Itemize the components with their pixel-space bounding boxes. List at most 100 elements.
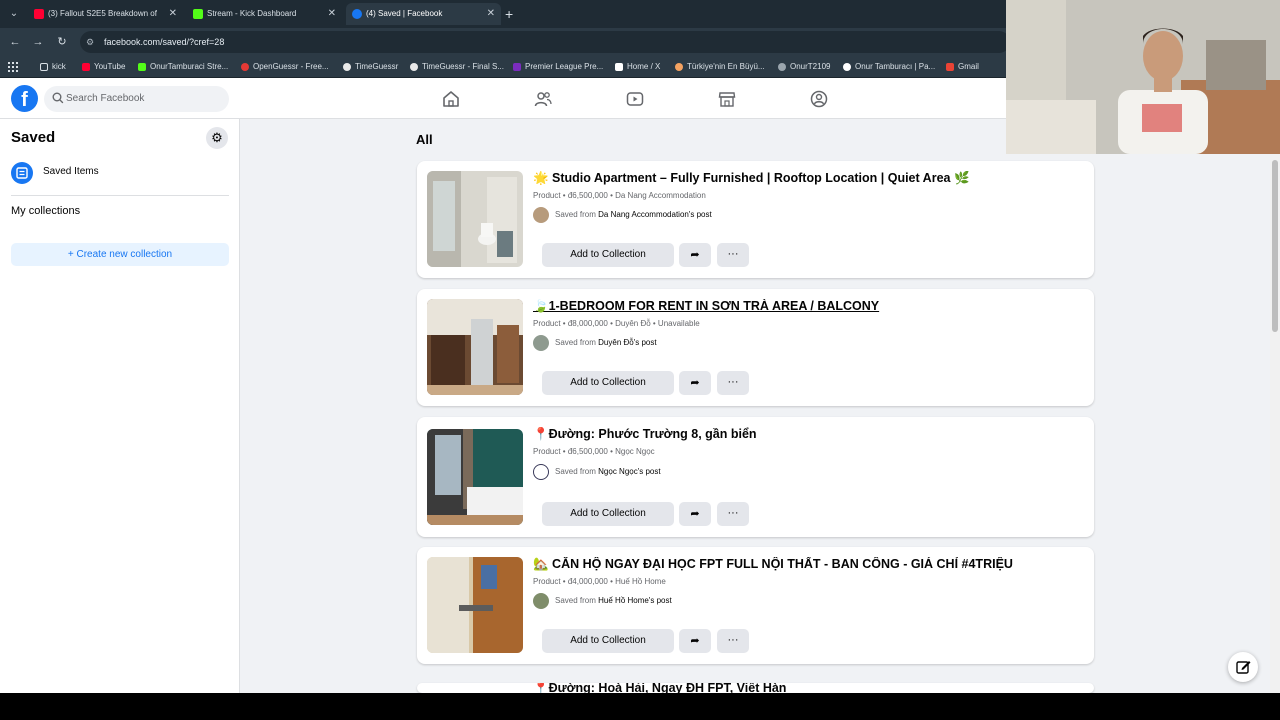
friends-icon[interactable] <box>534 90 552 108</box>
scrollbar-thumb[interactable] <box>1272 160 1278 332</box>
bookmark-item[interactable]: OnurT2109 <box>778 60 830 74</box>
profile-icon[interactable] <box>810 90 828 108</box>
share-icon[interactable]: ➦ <box>679 629 711 653</box>
listing-thumbnail[interactable] <box>427 171 523 267</box>
share-icon[interactable]: ➦ <box>679 371 711 395</box>
tab-title: Stream - Kick Dashboard <box>207 9 297 18</box>
more-options-icon[interactable]: ··· <box>717 243 749 267</box>
compose-message-button[interactable] <box>1228 652 1258 682</box>
saved-item-card[interactable]: 🌟 Studio Apartment – Fully Furnished | R… <box>417 161 1094 278</box>
saved-source-link[interactable]: Ngọc Ngọc's post <box>598 467 660 476</box>
openguessr-icon <box>241 63 249 71</box>
sidebar-divider <box>11 195 229 196</box>
saved-source-link[interactable]: Duyên Đỗ's post <box>598 338 656 347</box>
bookmark-item[interactable]: Gmail <box>946 60 979 74</box>
home-icon[interactable] <box>442 90 460 108</box>
avatar <box>533 335 549 351</box>
site-icon <box>675 63 683 71</box>
add-to-collection-button[interactable]: Add to Collection <box>542 243 674 267</box>
listing-thumbnail[interactable] <box>427 557 523 653</box>
folder-icon <box>40 63 48 71</box>
bookmark-item[interactable]: Türkiye'nin En Büyü... <box>675 60 765 74</box>
site-info-icon[interactable]: ⚙ <box>86 35 98 49</box>
saved-source-link[interactable]: Huế Hồ Home's post <box>598 596 672 605</box>
screen: ⌄ (3) Fallout S2E5 Breakdown of ✕ Stream… <box>0 0 1280 720</box>
more-options-icon[interactable]: ··· <box>717 629 749 653</box>
listing-title[interactable]: 📍Đường: Hoà Hải, Ngay ĐH FPT, Việt Hàn <box>533 683 1083 693</box>
saved-item-card[interactable]: 📍Đường: Hoà Hải, Ngay ĐH FPT, Việt Hàn <box>417 683 1094 693</box>
tab-search-icon[interactable]: ⌄ <box>4 4 24 24</box>
share-icon[interactable]: ➦ <box>679 243 711 267</box>
bookmark-item[interactable]: Home / X <box>615 60 660 74</box>
bookmark-item[interactable]: OnurTamburaci Stre... <box>138 60 228 74</box>
browser-tab-active[interactable]: (4) Saved | Facebook ✕ <box>346 3 501 25</box>
browser-tab[interactable]: Stream - Kick Dashboard ✕ <box>187 3 342 25</box>
bookmark-item[interactable]: TimeGuessr - Final S... <box>410 60 504 74</box>
apps-grid-icon[interactable] <box>8 60 26 74</box>
tab-close-icon[interactable]: ✕ <box>487 3 495 25</box>
bookmark-item[interactable]: kick <box>40 60 66 74</box>
listing-title[interactable]: 📍Đường: Phước Trường 8, gần biển <box>533 427 1083 442</box>
sidebar-item-saved-items[interactable]: Saved Items <box>11 162 231 184</box>
saved-item-card[interactable]: 📍Đường: Phước Trường 8, gần biển Product… <box>417 417 1094 537</box>
new-tab-icon[interactable]: + <box>505 4 513 24</box>
facebook-favicon-icon <box>352 9 362 19</box>
bookmark-item[interactable]: TimeGuessr <box>343 60 398 74</box>
saved-from-line: Saved from Huế Hồ Home's post <box>533 593 933 609</box>
address-bar[interactable]: facebook.com/saved/?cref=28 <box>80 31 1010 53</box>
bookmark-item[interactable]: Premier League Pre... <box>513 60 603 74</box>
share-icon[interactable]: ➦ <box>679 502 711 526</box>
saved-item-card[interactable]: 🏡 CĂN HỘ NGAY ĐẠI HỌC FPT FULL NỘI THẤT … <box>417 547 1094 664</box>
listing-title[interactable]: 🌟 Studio Apartment – Fully Furnished | R… <box>533 171 1083 186</box>
timeguessr-icon <box>343 63 351 71</box>
marketplace-icon[interactable] <box>718 90 736 108</box>
sidebar-title: Saved <box>11 129 56 146</box>
sidebar-item-label: Saved Items <box>43 166 99 177</box>
saved-item-card[interactable]: 🍃1-BEDROOM FOR RENT IN SƠN TRÀ AREA / BA… <box>417 289 1094 406</box>
bookmark-item[interactable]: YouTube <box>82 60 125 74</box>
listing-thumbnail[interactable] <box>427 429 523 525</box>
add-to-collection-button[interactable]: Add to Collection <box>542 629 674 653</box>
listing-thumbnail[interactable] <box>427 299 523 395</box>
facebook-logo-icon[interactable]: f <box>11 85 38 112</box>
tab-close-icon[interactable]: ✕ <box>169 3 177 25</box>
timeguessr-icon <box>410 63 418 71</box>
search-placeholder: Search Facebook <box>66 93 145 104</box>
tab-close-icon[interactable]: ✕ <box>328 3 336 25</box>
premier-league-icon <box>513 63 521 71</box>
listing-title[interactable]: 🏡 CĂN HỘ NGAY ĐẠI HỌC FPT FULL NỘI THẤT … <box>533 557 1083 572</box>
kick-favicon-icon <box>193 9 203 19</box>
compose-icon <box>1236 661 1251 674</box>
add-to-collection-button[interactable]: Add to Collection <box>542 371 674 395</box>
saved-sidebar: Saved ⚙ Saved Items My collections + Cre… <box>0 119 240 693</box>
webcam-overlay <box>1006 0 1280 154</box>
settings-gear-icon[interactable]: ⚙ <box>206 127 228 149</box>
page-title: All <box>416 132 433 147</box>
gmail-icon <box>946 63 954 71</box>
listing-meta: Product • đ6,500,000 • Ngọc Ngọc <box>533 447 655 456</box>
back-icon[interactable]: ← <box>8 35 22 49</box>
search-icon <box>52 92 64 104</box>
listing-meta: Product • đ8,000,000 • Duyên Đỗ • Unavai… <box>533 319 700 328</box>
listing-title[interactable]: 🍃1-BEDROOM FOR RENT IN SƠN TRÀ AREA / BA… <box>533 299 1083 314</box>
search-input[interactable]: Search Facebook <box>44 86 229 112</box>
bookmark-item[interactable]: OpenGuessr - Free... <box>241 60 329 74</box>
site-icon <box>843 63 851 71</box>
browser-tab[interactable]: (3) Fallout S2E5 Breakdown of ✕ <box>28 3 183 25</box>
avatar <box>533 207 549 223</box>
x-icon <box>615 63 623 71</box>
taskbar-strip <box>0 693 1280 720</box>
saved-source-link[interactable]: Da Nang Accommodation's post <box>598 210 712 219</box>
video-icon[interactable] <box>626 90 644 108</box>
youtube-icon <box>82 63 90 71</box>
globe-icon <box>778 63 786 71</box>
more-options-icon[interactable]: ··· <box>717 502 749 526</box>
add-to-collection-button[interactable]: Add to Collection <box>542 502 674 526</box>
reload-icon[interactable]: ↻ <box>55 35 69 49</box>
forward-icon[interactable]: → <box>31 35 45 49</box>
create-collection-button[interactable]: + Create new collection <box>11 243 229 266</box>
bookmark-item[interactable]: Onur Tamburacı | Pa... <box>843 60 935 74</box>
listing-meta: Product • đ6,500,000 • Da Nang Accommoda… <box>533 191 706 200</box>
more-options-icon[interactable]: ··· <box>717 371 749 395</box>
tab-title: (3) Fallout S2E5 Breakdown of <box>48 9 157 18</box>
